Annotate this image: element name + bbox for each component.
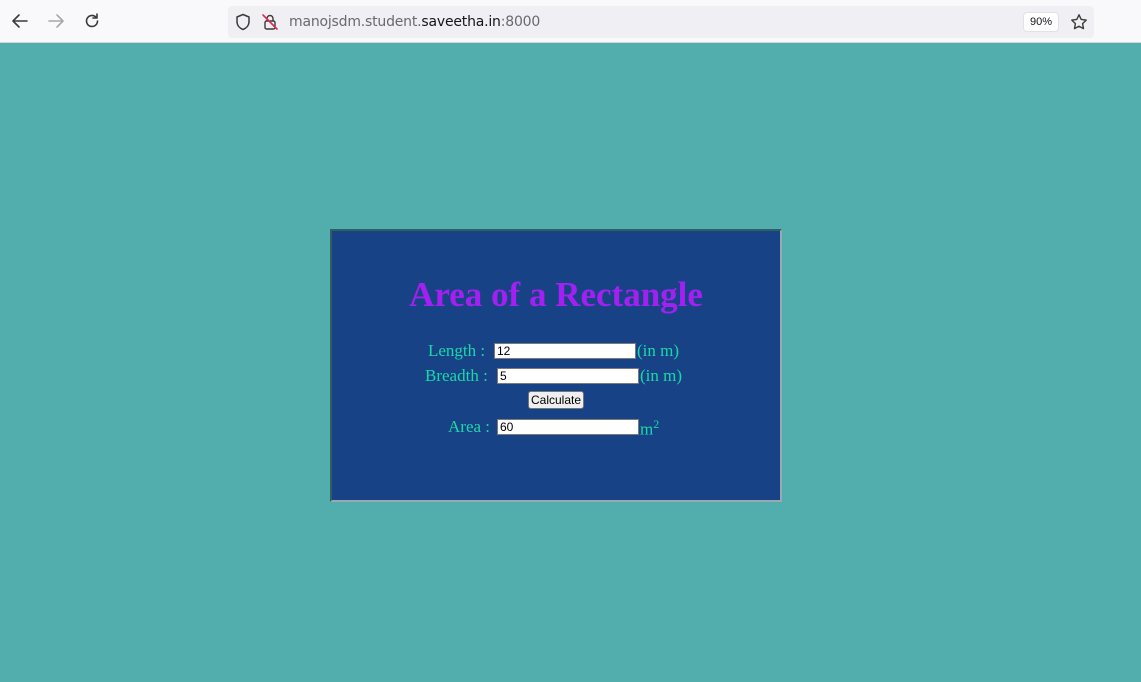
length-input[interactable] — [494, 343, 636, 359]
area-unit: m2 — [640, 417, 659, 440]
breadth-unit: (in m) — [640, 366, 683, 385]
url-port: :8000 — [500, 14, 541, 30]
back-arrow-icon[interactable] — [7, 8, 33, 34]
page-title: Area of a Rectangle — [409, 275, 703, 314]
browser-toolbar: manojsdm.student.saveetha.in:8000 90% — [0, 0, 1141, 43]
reload-icon[interactable] — [79, 8, 105, 34]
url-domain: saveetha.in — [421, 14, 501, 30]
length-unit: (in m) — [637, 341, 680, 360]
zoom-indicator[interactable]: 90% — [1024, 13, 1058, 31]
area-unit-exponent: 2 — [653, 417, 660, 431]
area-output[interactable] — [497, 419, 639, 435]
area-unit-base: m — [640, 419, 654, 439]
area-label: Area : — [448, 417, 491, 436]
address-bar[interactable]: manojsdm.student.saveetha.in:8000 90% — [228, 6, 1094, 38]
calculate-button[interactable]: Calculate — [528, 391, 584, 409]
forward-arrow-icon[interactable] — [43, 8, 69, 34]
length-label: Length : — [428, 341, 486, 360]
insecure-lock-icon[interactable] — [261, 13, 279, 31]
breadth-input[interactable] — [497, 368, 639, 384]
url-prefix: manojsdm.student. — [289, 14, 422, 30]
area-calculator-panel: Area of a Rectangle Length : (in m) Brea… — [330, 229, 782, 502]
shield-icon[interactable] — [234, 13, 252, 31]
breadth-label: Breadth : — [425, 366, 488, 385]
url-text[interactable]: manojsdm.student.saveetha.in:8000 — [289, 14, 540, 30]
bookmark-star-icon[interactable] — [1068, 11, 1090, 33]
